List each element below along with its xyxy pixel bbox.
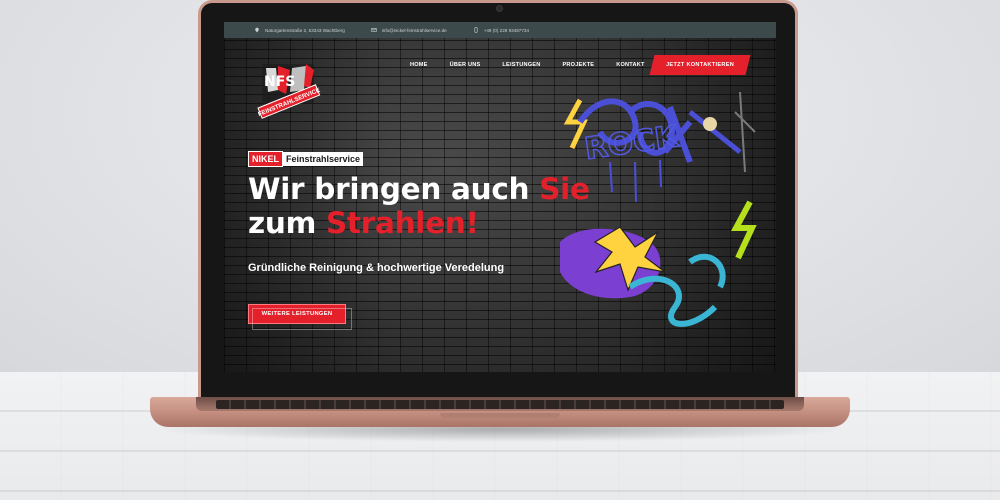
lightning-bolt-green — [730, 200, 757, 260]
nav-projekte[interactable]: PROJEKTE — [562, 62, 594, 68]
brand-name-red: NIKEL — [248, 151, 283, 167]
brand-tag: NIKEL Feinstrahlservice — [248, 151, 364, 167]
mail-icon — [371, 28, 377, 32]
more-services-label: WEITERE LEISTUNGEN — [261, 311, 333, 317]
hero-subline: Gründliche Reinigung & hochwertige Vered… — [248, 262, 505, 274]
headline-highlight-sie: Sie — [539, 172, 590, 206]
hero-headline: Wir bringen auch Sie zum Strahlen! — [248, 172, 648, 240]
main-navigation: HOME ÜBER UNS LEISTUNGEN PROJEKTE KONTAK… — [410, 62, 645, 68]
company-logo[interactable]: NFS FEINSTRAHLSERVICE — [256, 60, 322, 124]
contact-now-label: JETZT KONTAKTIEREN — [665, 62, 735, 68]
headline-line2-text: zum — [248, 206, 326, 240]
nav-leistungen[interactable]: LEISTUNGEN — [502, 62, 540, 68]
logo-letter-mark: NFS — [264, 74, 295, 90]
nav-home[interactable]: HOME — [410, 62, 428, 68]
laptop-shadow — [150, 426, 850, 442]
headline-highlight-strahlen: Strahlen! — [325, 206, 479, 240]
topbar-phone[interactable]: +49 (0) 228 93487734 — [473, 27, 529, 33]
nav-kontakt[interactable]: KONTAKT — [616, 62, 644, 68]
address-text: Naturgartenstraße 2, 53343 Wachtberg — [265, 27, 345, 33]
more-services-button[interactable]: WEITERE LEISTUNGEN — [248, 304, 352, 330]
laptop-notch — [440, 413, 560, 418]
keyboard — [216, 400, 784, 409]
graffiti-rock-text: ROCK — [582, 119, 682, 167]
brand-name-rest: Feinstrahlservice — [283, 152, 364, 166]
nav-ueber-uns[interactable]: ÜBER UNS — [450, 62, 481, 68]
webcam — [496, 5, 503, 12]
phone-text: +49 (0) 228 93487734 — [483, 27, 530, 33]
phone-icon — [474, 27, 478, 33]
email-text: info@nickel-feinstrahlservice.de — [381, 27, 447, 33]
laptop-screen: ROCK Naturgartenstraße 2, 53343 Wachtber… — [224, 22, 776, 372]
map-pin-icon — [255, 27, 259, 33]
contact-topbar: Naturgartenstraße 2, 53343 Wachtberg inf… — [224, 22, 776, 38]
lightning-bolt-yellow — [563, 98, 588, 150]
contact-now-button[interactable]: JETZT KONTAKTIEREN — [649, 55, 751, 75]
topbar-address[interactable]: Naturgartenstraße 2, 53343 Wachtberg — [254, 27, 345, 33]
headline-line1-text: Wir bringen auch — [248, 172, 540, 206]
topbar-email[interactable]: info@nickel-feinstrahlservice.de — [371, 27, 447, 33]
star-splash — [703, 117, 717, 131]
